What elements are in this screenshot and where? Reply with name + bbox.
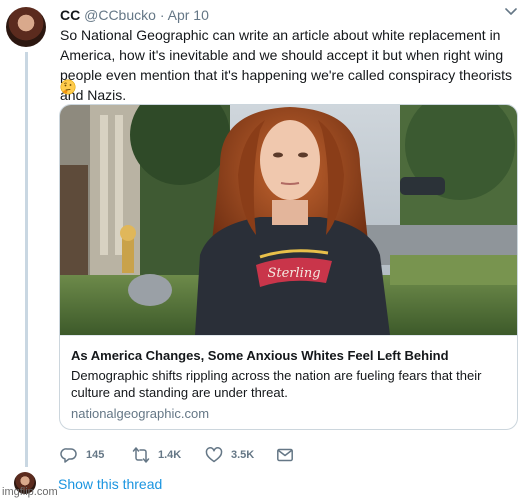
display-name[interactable]: CC — [60, 7, 80, 23]
sweatshirt-graphic: Sterling — [267, 266, 320, 281]
tweet-date[interactable]: Apr 10 — [168, 7, 209, 23]
like-button[interactable]: 3.5K — [205, 445, 254, 465]
article-photo: Sterling — [60, 105, 517, 335]
chevron-down-icon[interactable] — [504, 6, 518, 18]
retweet-count: 1.4K — [158, 449, 182, 461]
reply-button[interactable]: 145 — [60, 445, 104, 465]
reply-count: 145 — [86, 449, 105, 461]
show-thread-link[interactable]: Show this thread — [58, 475, 162, 493]
thread-connector-line — [25, 52, 28, 467]
retweet-icon — [132, 447, 150, 463]
card-title[interactable]: As America Changes, Some Anxious Whites … — [71, 347, 511, 364]
tweet-actions: 145 1.4K 3.5K — [60, 445, 320, 465]
avatar[interactable] — [6, 7, 46, 47]
like-icon — [205, 447, 223, 463]
retweet-button[interactable]: 1.4K — [132, 445, 181, 465]
reply-icon — [60, 448, 77, 463]
card-domain[interactable]: nationalgeographic.com — [71, 405, 209, 422]
direct-message-icon — [277, 448, 293, 462]
user-handle[interactable]: @CCbucko — [84, 7, 156, 23]
separator-dot: · — [159, 7, 165, 23]
watermark: imgflip.com — [2, 486, 58, 498]
tweet-text: So National Geographic can write an arti… — [60, 27, 513, 103]
card-body: As America Changes, Some Anxious Whites … — [60, 335, 517, 429]
card-description: Demographic shifts rippling across the n… — [71, 368, 482, 400]
tweet-header: CC @CCbucko · Apr 10 — [60, 6, 506, 24]
like-count: 3.5K — [231, 449, 255, 461]
direct-message-button[interactable] — [276, 445, 294, 465]
thinking-face-icon — [60, 79, 76, 95]
link-preview-card[interactable]: Sterling As America Changes, Some Anxiou… — [59, 104, 518, 430]
